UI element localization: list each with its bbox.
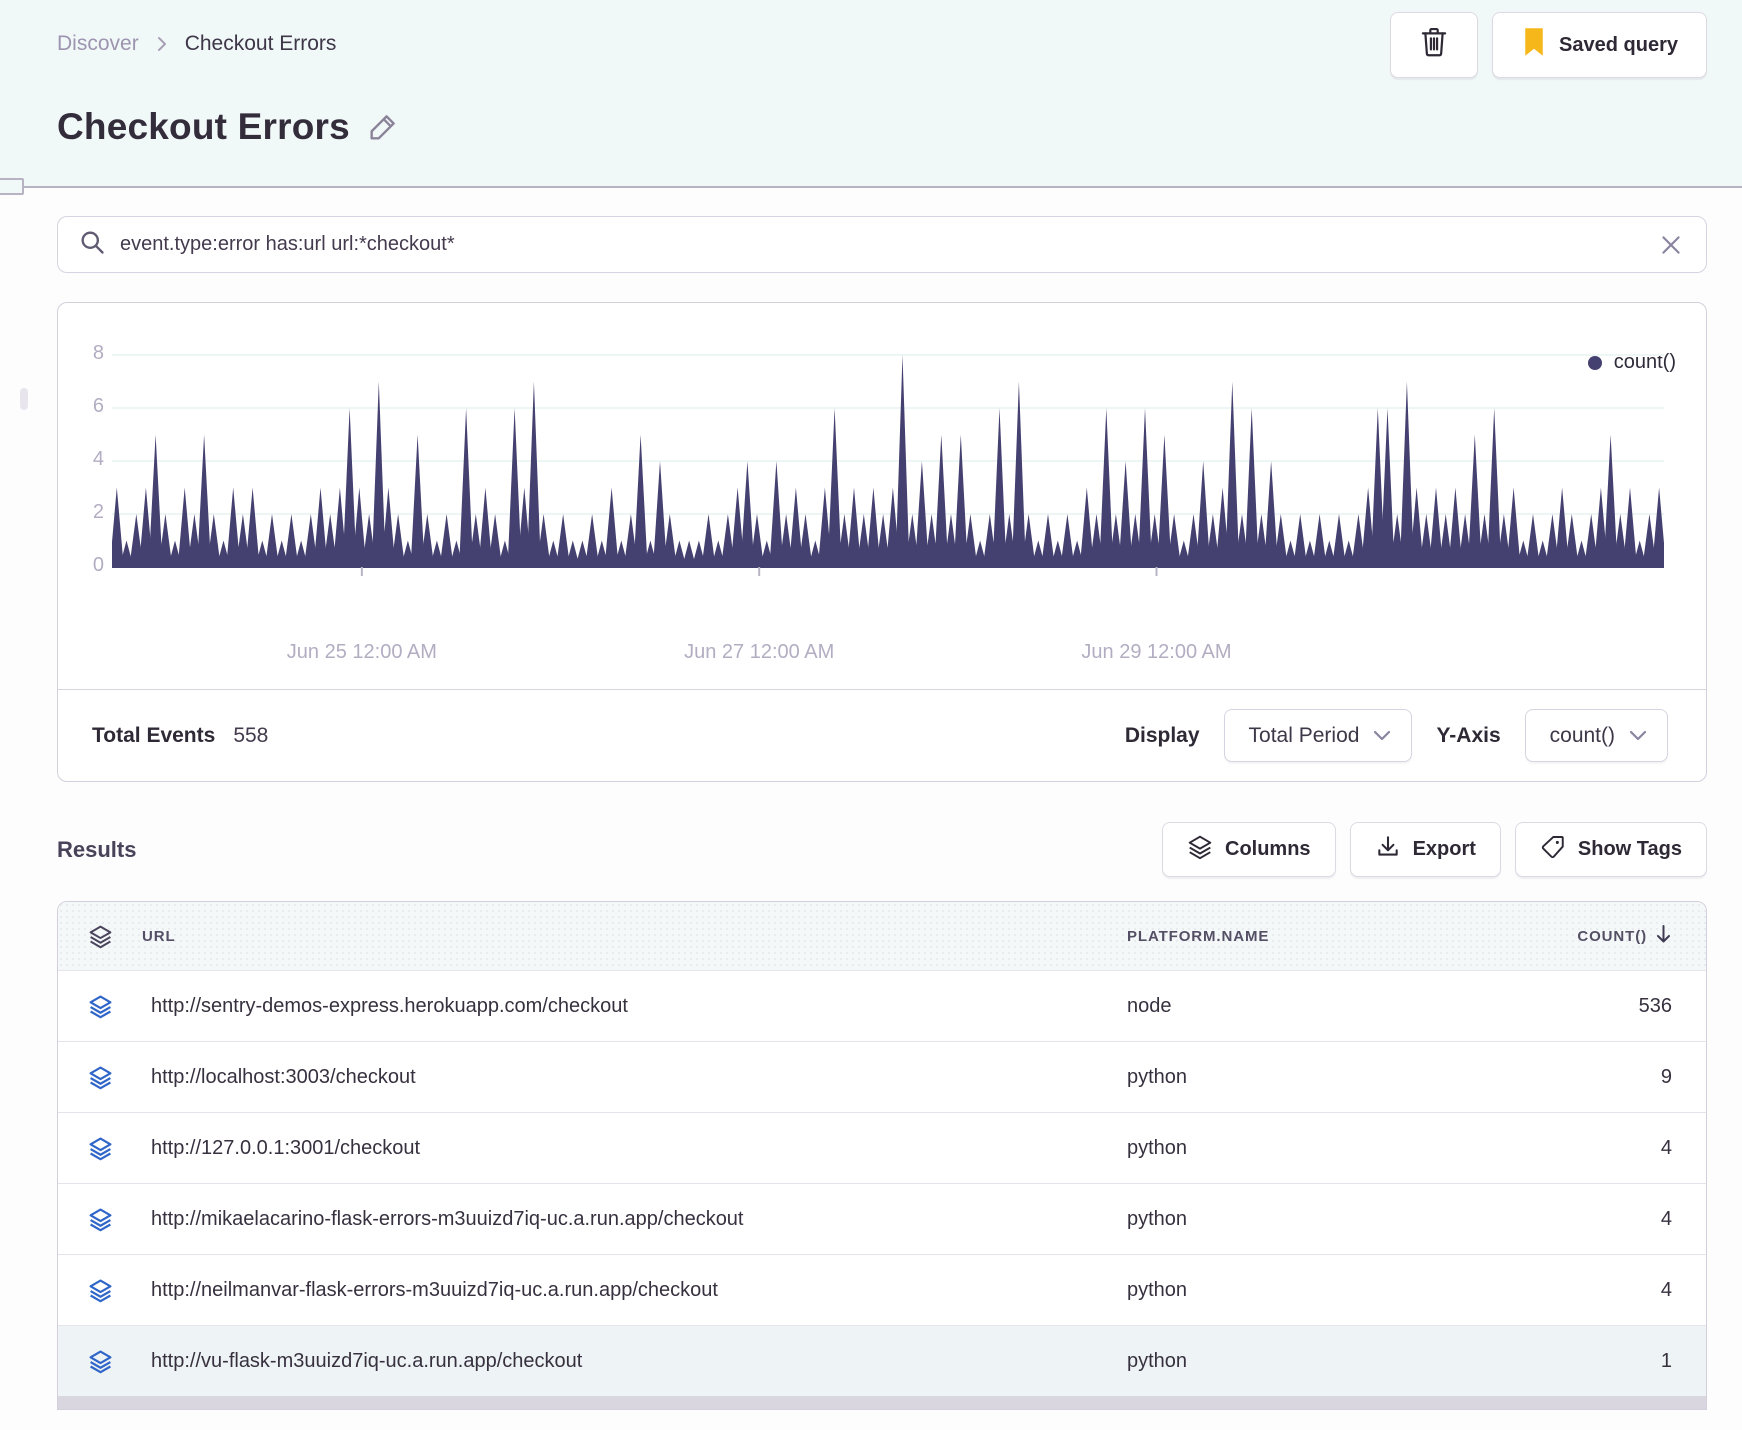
stack-icon[interactable] <box>58 1349 142 1374</box>
chart-svg <box>112 354 1664 576</box>
search-icon <box>78 228 106 261</box>
url-cell[interactable]: http://localhost:3003/checkout <box>142 1066 1127 1089</box>
count-cell: 1 <box>1660 1349 1672 1372</box>
total-events-label: Total Events <box>92 723 216 747</box>
stack-icon[interactable] <box>58 1065 142 1090</box>
count-header-label: COUNT() <box>1577 927 1647 945</box>
table-row[interactable]: http://mikaelacarino-flask-errors-m3uuiz… <box>58 1183 1706 1254</box>
yaxis-dropdown-value: count() <box>1549 723 1615 747</box>
tag-icon <box>1540 834 1566 866</box>
search-input[interactable] <box>120 233 1644 256</box>
column-header-url[interactable]: URL <box>142 928 1127 945</box>
table-bottom-edge <box>58 1396 1706 1409</box>
stack-icon[interactable] <box>58 1207 142 1232</box>
events-chart[interactable]: 0 2 4 6 8 Jun 25 12:00 AM Jun 27 12:00 AM Jun 2… <box>70 342 1706 689</box>
close-icon[interactable] <box>1658 232 1684 258</box>
results-table: URL PLATFORM.NAME COUNT() http://sentry-… <box>57 901 1707 1410</box>
display-dropdown-value: Total Period <box>1248 723 1360 747</box>
stack-icon[interactable] <box>58 1278 142 1303</box>
url-cell[interactable]: http://127.0.0.1:3001/checkout <box>142 1137 1127 1160</box>
x-axis-label: Jun 27 12:00 AM <box>684 641 835 663</box>
chart-footer: Total Events 558 Display Total Period Y-… <box>58 689 1706 781</box>
stack-icon <box>1187 834 1213 866</box>
platform-cell: node <box>1127 994 1172 1017</box>
platform-cell: python <box>1127 1136 1188 1159</box>
y-axis-label: 2 <box>92 501 104 523</box>
show-tags-button[interactable]: Show Tags <box>1514 822 1707 877</box>
table-row[interactable]: http://neilmanvar-flask-errors-m3uuizd7i… <box>58 1254 1706 1325</box>
stack-icon[interactable] <box>58 1136 142 1161</box>
edit-pencil-icon[interactable] <box>366 110 400 149</box>
export-button[interactable]: Export <box>1349 822 1501 877</box>
table-header-row: URL PLATFORM.NAME COUNT() <box>58 902 1706 970</box>
x-axis-label: Jun 29 12:00 AM <box>1081 641 1232 663</box>
chevron-right-icon <box>153 35 171 53</box>
search-bar <box>57 216 1707 273</box>
yaxis-label: Y-Axis <box>1436 723 1501 747</box>
export-label: Export <box>1412 838 1476 860</box>
count-cell: 4 <box>1660 1278 1672 1301</box>
url-cell[interactable]: http://sentry-demos-express.herokuapp.co… <box>142 995 1127 1018</box>
stack-icon[interactable] <box>58 924 142 949</box>
display-dropdown[interactable]: Total Period <box>1223 709 1413 762</box>
platform-cell: python <box>1127 1207 1188 1230</box>
url-cell[interactable]: http://mikaelacarino-flask-errors-m3uuiz… <box>142 1208 1127 1231</box>
table-row[interactable]: http://127.0.0.1:3001/checkout python 4 <box>58 1112 1706 1183</box>
delete-query-button[interactable] <box>1390 12 1479 78</box>
table-row[interactable]: http://vu-flask-m3uuizd7iq-uc.a.run.app/… <box>58 1325 1706 1396</box>
y-axis-label: 4 <box>92 448 104 470</box>
chevron-down-icon <box>1629 724 1647 748</box>
platform-cell: python <box>1127 1278 1188 1301</box>
y-axis-label: 6 <box>92 395 104 417</box>
results-heading: Results <box>57 836 137 862</box>
x-axis-label: Jun 25 12:00 AM <box>286 641 437 663</box>
breadcrumb: Discover Checkout Errors <box>57 32 336 56</box>
stack-icon[interactable] <box>58 994 142 1019</box>
table-row[interactable]: http://sentry-demos-express.herokuapp.co… <box>58 970 1706 1041</box>
saved-query-button[interactable]: Saved query <box>1492 12 1707 78</box>
columns-button[interactable]: Columns <box>1162 822 1336 877</box>
y-axis-label: 8 <box>92 342 104 364</box>
download-icon <box>1375 834 1401 866</box>
count-cell: 4 <box>1660 1207 1672 1230</box>
url-cell[interactable]: http://neilmanvar-flask-errors-m3uuizd7i… <box>142 1279 1127 1302</box>
breadcrumb-discover[interactable]: Discover <box>57 32 139 56</box>
show-tags-label: Show Tags <box>1577 838 1682 860</box>
chart-panel: count() 0 2 4 6 8 Jun 25 12:00 AM Jun 27 12:00… <box>57 302 1707 782</box>
sort-descending-icon <box>1655 924 1672 948</box>
bookmark-icon <box>1521 27 1547 63</box>
breadcrumb-current: Checkout Errors <box>184 32 337 55</box>
platform-cell: python <box>1127 1349 1188 1372</box>
count-cell: 9 <box>1660 1065 1672 1088</box>
column-header-count[interactable]: COUNT() <box>1507 924 1706 948</box>
page-header: Discover Checkout Errors Saved query Che… <box>0 0 1742 186</box>
platform-cell: python <box>1127 1065 1188 1088</box>
display-label: Display <box>1124 723 1200 747</box>
table-row[interactable]: http://localhost:3003/checkout python 9 <box>58 1041 1706 1112</box>
count-cell: 536 <box>1638 994 1672 1017</box>
y-axis-label: 0 <box>92 554 104 576</box>
count-cell: 4 <box>1660 1136 1672 1159</box>
columns-label: Columns <box>1225 838 1311 860</box>
url-cell[interactable]: http://vu-flask-m3uuizd7iq-uc.a.run.app/… <box>142 1350 1127 1373</box>
yaxis-dropdown[interactable]: count() <box>1524 709 1668 762</box>
column-header-platform[interactable]: PLATFORM.NAME <box>1127 928 1507 945</box>
saved-query-label: Saved query <box>1559 33 1678 56</box>
trash-icon <box>1419 26 1449 64</box>
chevron-down-icon <box>1373 724 1391 748</box>
total-events-value: 558 <box>233 723 269 747</box>
page-title: Checkout Errors <box>57 105 350 147</box>
